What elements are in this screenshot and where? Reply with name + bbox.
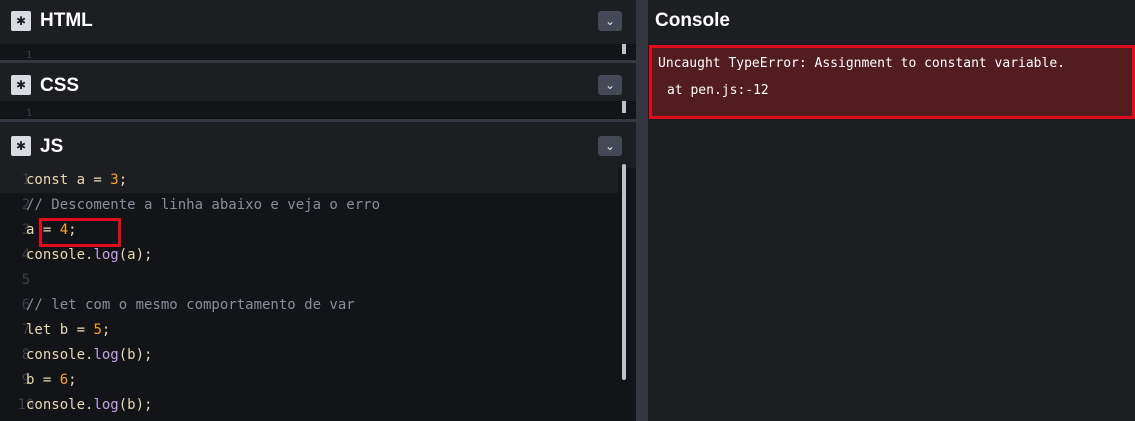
editor-area: ✱ HTML ⌄ 1 ✱ CSS ⌄ 1 ✱ JS ⌄ 1 const a = 3… [0, 0, 636, 421]
code-token: (b); [118, 397, 153, 413]
html-panel-header[interactable]: ✱ HTML ⌄ [0, 0, 636, 44]
gear-icon[interactable]: ✱ [11, 11, 31, 31]
code-token: (b); [118, 347, 153, 363]
code-token: log [93, 397, 119, 413]
js-panel-title: JS [40, 136, 64, 157]
code-token: 3 [110, 172, 119, 188]
code-token: ; [118, 172, 128, 188]
console-title: Console [655, 10, 730, 31]
code-token: console. [26, 247, 94, 263]
code-token: ; [101, 322, 111, 338]
js-code-editor[interactable]: 1 const a = 3; 2// Descomente a linha abai… [0, 168, 636, 421]
code-line[interactable]: 2// Descomente a linha abaixo e veja o e… [0, 193, 618, 218]
chevron-down-icon[interactable]: ⌄ [598, 75, 622, 95]
code-line[interactable]: 7 let b = 5; [0, 318, 618, 343]
js-scrollbar[interactable] [622, 164, 626, 380]
html-editor[interactable]: 1 [0, 44, 636, 61]
code-token: log [93, 347, 119, 363]
code-token: 5 [93, 322, 102, 338]
gear-icon[interactable]: ✱ [11, 75, 31, 95]
code-token: let b = [26, 322, 94, 338]
code-line[interactable]: 9b = 6; [0, 368, 618, 393]
code-line[interactable]: 10 console.log(b); [0, 393, 618, 418]
line-number: 5 [21, 272, 31, 288]
css-editor[interactable]: 1 [0, 101, 636, 119]
code-token: 6 [59, 372, 69, 388]
code-line[interactable]: 1 const a = 3; [0, 168, 618, 193]
code-text: // Descomente a linha abaixo e veja o er… [26, 193, 380, 218]
code-token: const a = [26, 172, 111, 188]
code-token: log [93, 247, 119, 263]
code-line[interactable]: 6// let com o mesmo comportamento de var [0, 293, 618, 318]
code-line-highlight [39, 218, 121, 247]
css-scrollbar[interactable] [622, 101, 626, 113]
code-line[interactable]: 5 [0, 268, 618, 293]
code-token: // let com o mesmo comportamento de var [26, 297, 355, 313]
chevron-down-icon[interactable]: ⌄ [598, 136, 622, 156]
code-token: (a); [118, 247, 153, 263]
js-panel-header[interactable]: ✱ JS ⌄ [0, 122, 636, 168]
code-token: console. [26, 397, 94, 413]
pane-resizer[interactable] [636, 0, 648, 421]
code-text: const a = 3; [26, 168, 127, 193]
code-text: // let com o mesmo comportamento de var [26, 293, 355, 318]
code-text: b = 6; [26, 368, 77, 393]
html-panel-title: HTML [40, 10, 93, 31]
css-panel-title: CSS [40, 75, 80, 96]
code-line[interactable]: 8 console.log(b); [0, 343, 618, 368]
line-number: 1 [26, 108, 33, 119]
code-text: console.log(b); [26, 343, 152, 368]
code-token: b = [26, 372, 60, 388]
code-text: console.log(b); [26, 393, 152, 418]
css-panel-header[interactable]: ✱ CSS ⌄ [0, 63, 636, 101]
console-error-highlight [649, 45, 1135, 119]
code-token: console. [26, 347, 94, 363]
code-token: // Descomente a linha abaixo e veja o er… [26, 197, 381, 213]
gear-icon[interactable]: ✱ [11, 136, 31, 156]
code-text: let b = 5; [26, 318, 110, 343]
chevron-down-icon[interactable]: ⌄ [598, 11, 622, 31]
html-scrollbar[interactable] [622, 44, 626, 54]
code-token: ; [68, 372, 77, 388]
